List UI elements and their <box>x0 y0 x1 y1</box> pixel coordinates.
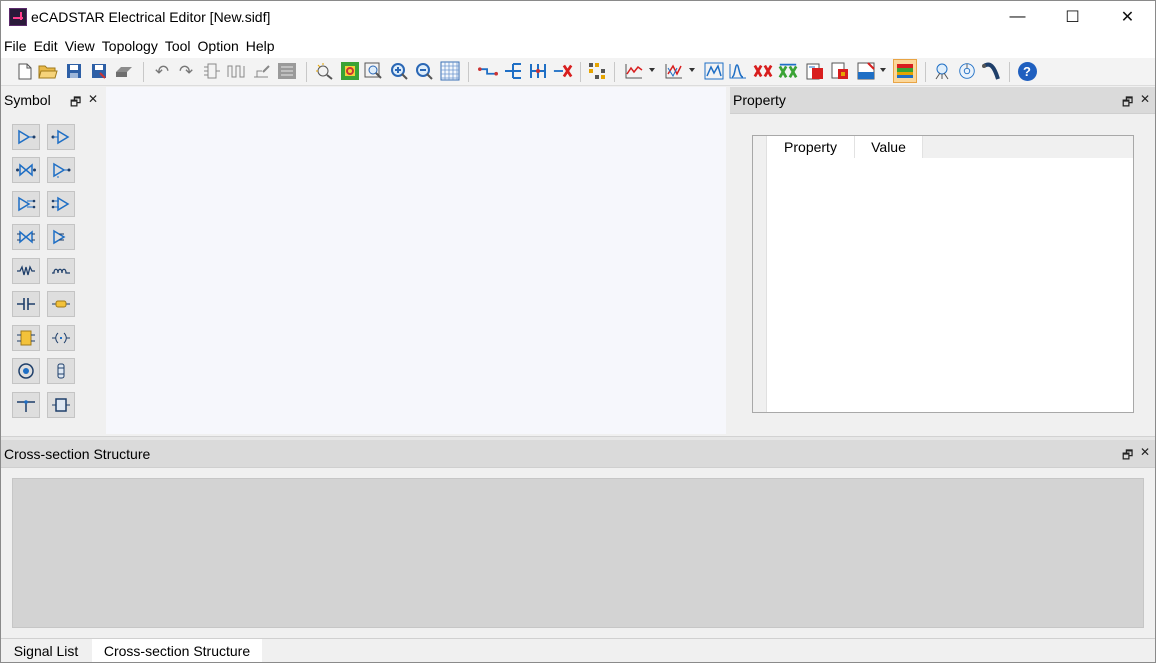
menu-help[interactable]: Help <box>246 38 275 54</box>
layer-stack-icon[interactable] <box>893 59 917 83</box>
schematic-canvas[interactable] <box>106 87 726 434</box>
title-bar: eCADSTAR Electrical Editor [New.sidf] — … <box>0 0 1156 34</box>
differential-driver-enable-icon[interactable] <box>47 224 75 250</box>
connector-icon[interactable] <box>12 325 40 351</box>
differential-bidirectional-icon[interactable] <box>12 224 40 250</box>
bidirectional-icon[interactable] <box>12 157 40 183</box>
property-panel-title: Property <box>733 92 786 108</box>
column-header-value[interactable]: Value <box>855 136 923 158</box>
frequency-icon[interactable] <box>728 61 748 81</box>
multi-branch-icon[interactable] <box>528 61 548 81</box>
receiver-icon[interactable] <box>47 124 75 150</box>
maximize-button[interactable]: ☐ <box>1045 0 1100 34</box>
app-logo-icon <box>9 8 27 26</box>
matrix-icon[interactable] <box>587 61 607 81</box>
print-icon[interactable] <box>114 61 134 81</box>
component-icon[interactable] <box>202 61 222 81</box>
cable-icon[interactable] <box>981 61 1001 81</box>
eye-diagram-icon[interactable] <box>664 61 684 81</box>
zoom-fit-icon[interactable] <box>340 61 360 81</box>
grid-icon[interactable] <box>440 61 460 81</box>
spice-icon[interactable] <box>856 61 876 81</box>
tab-cross-section-structure[interactable]: Cross-section Structure <box>92 639 262 663</box>
zoom-in-icon[interactable] <box>390 61 410 81</box>
waveform-icon[interactable] <box>227 61 247 81</box>
zoom-highlight-icon[interactable] <box>315 61 335 81</box>
inductor-icon[interactable] <box>47 258 75 284</box>
cross-section-panel-title: Cross-section Structure <box>4 446 151 462</box>
window-title: eCADSTAR Electrical Editor [New.sidf] <box>31 9 271 25</box>
save-icon[interactable] <box>64 61 84 81</box>
symbol-panel-title: Symbol <box>4 92 51 108</box>
crosstalk-icon[interactable] <box>753 61 773 81</box>
menu-topology[interactable]: Topology <box>102 38 158 54</box>
cross-section-view[interactable] <box>12 478 1144 628</box>
row-header-gutter <box>753 136 767 412</box>
help-icon[interactable]: ? <box>1017 61 1037 81</box>
restore-panel-icon[interactable]: 🗗 <box>1122 93 1133 114</box>
menu-bar: File Edit View Topology Tool Option Help <box>0 34 1156 58</box>
differential-receiver-icon[interactable] <box>47 191 75 217</box>
open-folder-icon[interactable] <box>38 61 58 81</box>
property-panel-header: Property 🗗 ✕ <box>730 87 1156 114</box>
export-report-icon[interactable] <box>830 61 850 81</box>
package-icon[interactable] <box>47 392 75 418</box>
new-file-icon[interactable] <box>15 61 35 81</box>
undo-icon[interactable]: ↶ <box>152 61 172 81</box>
cross-section-panel-header: Cross-section Structure 🗗 ✕ <box>0 440 1156 468</box>
restore-panel-icon[interactable]: 🗗 <box>70 93 81 114</box>
property-grid[interactable]: Property Value <box>752 135 1134 413</box>
menu-view[interactable]: View <box>65 38 95 54</box>
close-panel-icon[interactable]: ✕ <box>1140 92 1150 106</box>
waveform-chart-icon[interactable] <box>624 61 644 81</box>
via-icon[interactable] <box>12 358 40 384</box>
symbol-panel: Symbol 🗗 ✕ <box>0 87 103 434</box>
close-panel-icon[interactable]: ✕ <box>88 92 98 106</box>
differential-driver-icon[interactable] <box>12 191 40 217</box>
column-header-property[interactable]: Property <box>767 136 855 158</box>
delete-route-icon[interactable] <box>553 61 573 81</box>
property-panel: Property 🗗 ✕ Property Value <box>730 87 1156 434</box>
save-as-icon[interactable] <box>89 61 109 81</box>
restore-panel-icon[interactable]: 🗗 <box>1122 446 1133 467</box>
help-glyph: ? <box>1017 61 1037 81</box>
close-button[interactable]: ✕ <box>1100 0 1155 34</box>
coupling-icon[interactable] <box>47 325 75 351</box>
pin-icon[interactable] <box>47 358 75 384</box>
menu-option[interactable]: Option <box>198 38 239 54</box>
report-icon[interactable] <box>277 61 297 81</box>
branch-icon[interactable] <box>503 61 523 81</box>
net-edit-icon[interactable] <box>252 61 272 81</box>
simulate-icon[interactable] <box>932 61 952 81</box>
menu-file[interactable]: File <box>4 38 27 54</box>
cross-section-panel: Cross-section Structure 🗗 ✕ <box>0 440 1156 638</box>
resistor-icon[interactable] <box>12 258 40 284</box>
driver-enable-icon[interactable] <box>47 157 75 183</box>
sweep-icon[interactable] <box>957 61 977 81</box>
time-domain-icon[interactable] <box>704 61 724 81</box>
toolbar: ↶ ↷ ? <box>0 58 1156 86</box>
ground-tap-icon[interactable] <box>12 392 40 418</box>
crosstalk-sweep-icon[interactable] <box>778 61 798 81</box>
route-icon[interactable] <box>478 61 498 81</box>
driver-icon[interactable] <box>12 124 40 150</box>
property-grid-header: Property Value <box>753 136 1133 158</box>
bottom-tab-bar: Signal List Cross-section Structure <box>0 638 1156 663</box>
symbol-panel-header: Symbol 🗗 ✕ <box>0 87 103 113</box>
capacitor-icon[interactable] <box>12 291 40 317</box>
tab-signal-list[interactable]: Signal List <box>0 639 92 663</box>
zoom-window-icon[interactable] <box>364 61 384 81</box>
minimize-button[interactable]: — <box>990 0 1045 34</box>
close-panel-icon[interactable]: ✕ <box>1140 445 1150 459</box>
fuse-icon[interactable] <box>47 291 75 317</box>
menu-tool[interactable]: Tool <box>165 38 191 54</box>
export-sparam-icon[interactable] <box>805 61 825 81</box>
menu-edit[interactable]: Edit <box>34 38 58 54</box>
redo-icon[interactable]: ↷ <box>176 61 196 81</box>
zoom-out-icon[interactable] <box>415 61 435 81</box>
